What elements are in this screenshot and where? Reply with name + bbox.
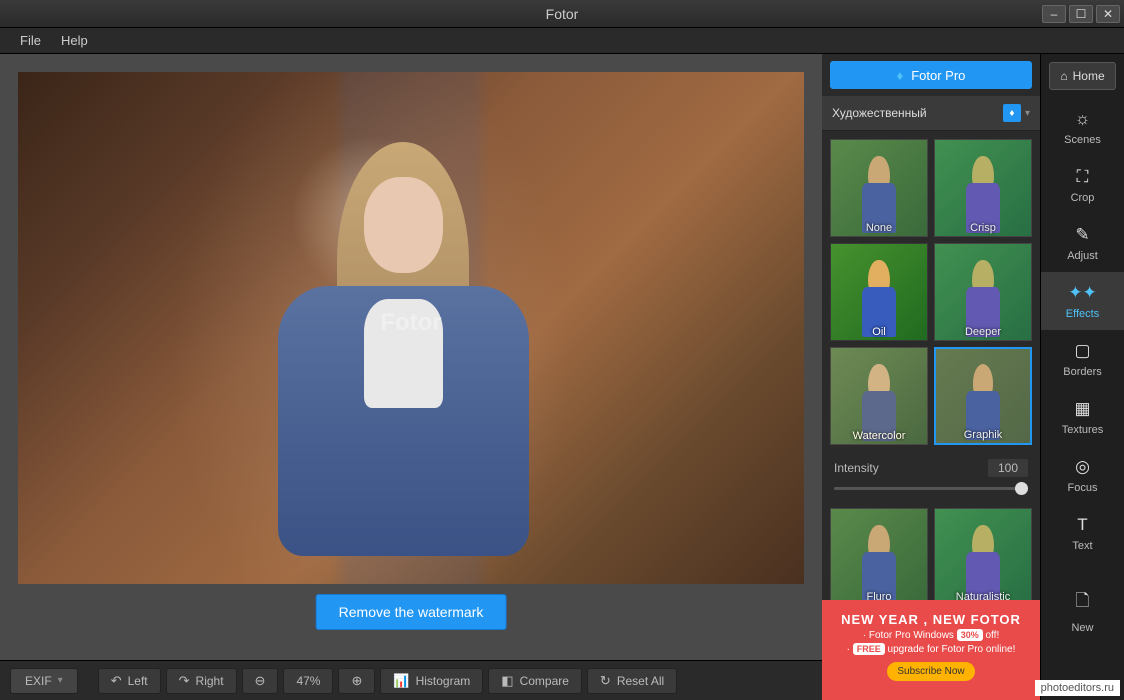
filter-panel: ♦ Fotor Pro Художественный ♦▾ None Crisp… xyxy=(822,54,1040,700)
rotate-left-icon: ↶ xyxy=(111,673,122,689)
zoom-in-icon: ⊕ xyxy=(351,673,362,689)
zoom-out-icon: ⊖ xyxy=(255,673,266,689)
sidebar-text[interactable]: TText xyxy=(1041,504,1124,562)
rotate-right-button[interactable]: ↷Right xyxy=(166,668,237,694)
close-button[interactable]: ✕ xyxy=(1096,5,1120,23)
maximize-button[interactable]: ☐ xyxy=(1069,5,1093,23)
histogram-button[interactable]: 📊Histogram xyxy=(380,668,483,694)
text-icon: T xyxy=(1077,515,1087,535)
filter-thumb-graphik[interactable]: Graphik xyxy=(934,347,1032,445)
subscribe-button[interactable]: Subscribe Now xyxy=(887,662,974,681)
sidebar-textures[interactable]: ▦Textures xyxy=(1041,388,1124,446)
exif-button[interactable]: EXIF▾ xyxy=(10,668,78,694)
sidebar-scenes[interactable]: ☼Scenes xyxy=(1041,98,1124,156)
app-title: Fotor xyxy=(546,6,579,22)
watermark: Fotor xyxy=(380,309,441,337)
zoom-in-button[interactable]: ⊕ xyxy=(338,668,375,694)
menu-file[interactable]: File xyxy=(10,30,51,51)
diamond-icon: ♦ xyxy=(1003,104,1021,122)
sidebar-focus[interactable]: ◎Focus xyxy=(1041,446,1124,504)
home-icon: ⌂ xyxy=(1060,69,1067,83)
filter-thumb-fluro[interactable]: Fluro xyxy=(830,508,928,606)
filter-thumb-crisp[interactable]: Crisp xyxy=(934,139,1032,237)
intensity-slider[interactable] xyxy=(834,487,1028,490)
remove-watermark-button[interactable]: Remove the watermark xyxy=(316,594,507,630)
reset-icon: ↻ xyxy=(600,673,611,689)
canvas-image[interactable]: Fotor xyxy=(18,72,804,584)
crop-icon: ⛶ xyxy=(1077,167,1089,187)
intensity-value[interactable]: 100 xyxy=(988,459,1028,477)
intensity-label: Intensity xyxy=(834,461,879,475)
filter-thumb-watercolor[interactable]: Watercolor xyxy=(830,347,928,445)
new-icon: 🗋 xyxy=(1076,588,1090,617)
canvas-area: Fotor Remove the watermark EXIF▾ ↶Left ↷… xyxy=(0,54,822,700)
fotor-pro-button[interactable]: ♦ Fotor Pro xyxy=(830,61,1032,89)
menubar: File Help xyxy=(0,28,1124,54)
sparkle-icon: ✦✦ xyxy=(1068,283,1097,303)
rotate-right-icon: ↷ xyxy=(179,673,190,689)
chevron-down-icon: ▾ xyxy=(1025,108,1030,119)
histogram-icon: 📊 xyxy=(393,673,409,689)
titlebar: Fotor – ☐ ✕ xyxy=(0,0,1124,28)
sidebar-new[interactable]: 🗋New xyxy=(1041,582,1124,640)
bottom-toolbar: EXIF▾ ↶Left ↷Right ⊖ 47% ⊕ 📊Histogram ◧C… xyxy=(0,660,822,700)
filter-thumb-none[interactable]: None xyxy=(830,139,928,237)
rotate-left-button[interactable]: ↶Left xyxy=(98,668,161,694)
right-sidebar: ⌂ Home ☼Scenes ⛶Crop ✎Adjust ✦✦Effects ▢… xyxy=(1040,54,1124,700)
texture-icon: ▦ xyxy=(1074,399,1090,419)
attribution: photoeditors.ru xyxy=(1035,680,1120,696)
zoom-out-button[interactable]: ⊖ xyxy=(242,668,279,694)
filter-thumb-deeper[interactable]: Deeper xyxy=(934,243,1032,341)
pencil-icon: ✎ xyxy=(1075,225,1089,245)
minimize-button[interactable]: – xyxy=(1042,5,1066,23)
focus-icon: ◎ xyxy=(1075,457,1090,477)
slider-handle[interactable] xyxy=(1015,482,1028,495)
border-icon: ▢ xyxy=(1074,341,1090,361)
reset-button[interactable]: ↻Reset All xyxy=(587,668,677,694)
window-controls: – ☐ ✕ xyxy=(1042,5,1120,23)
home-button[interactable]: ⌂ Home xyxy=(1049,62,1116,90)
sidebar-borders[interactable]: ▢Borders xyxy=(1041,330,1124,388)
compare-icon: ◧ xyxy=(501,673,513,689)
category-art[interactable]: Художественный ♦▾ xyxy=(822,96,1040,131)
filter-thumb-naturalistic[interactable]: Naturalistic xyxy=(934,508,1032,606)
sun-icon: ☼ xyxy=(1075,109,1091,129)
sidebar-effects[interactable]: ✦✦Effects xyxy=(1041,272,1124,330)
sidebar-adjust[interactable]: ✎Adjust xyxy=(1041,214,1124,272)
menu-help[interactable]: Help xyxy=(51,30,98,51)
diamond-icon: ♦ xyxy=(897,68,904,83)
compare-button[interactable]: ◧Compare xyxy=(488,668,582,694)
zoom-level[interactable]: 47% xyxy=(283,668,333,694)
filter-thumb-oil[interactable]: Oil xyxy=(830,243,928,341)
promo-banner[interactable]: NEW YEAR , NEW FOTOR · Fotor Pro Windows… xyxy=(822,600,1040,700)
sidebar-crop[interactable]: ⛶Crop xyxy=(1041,156,1124,214)
